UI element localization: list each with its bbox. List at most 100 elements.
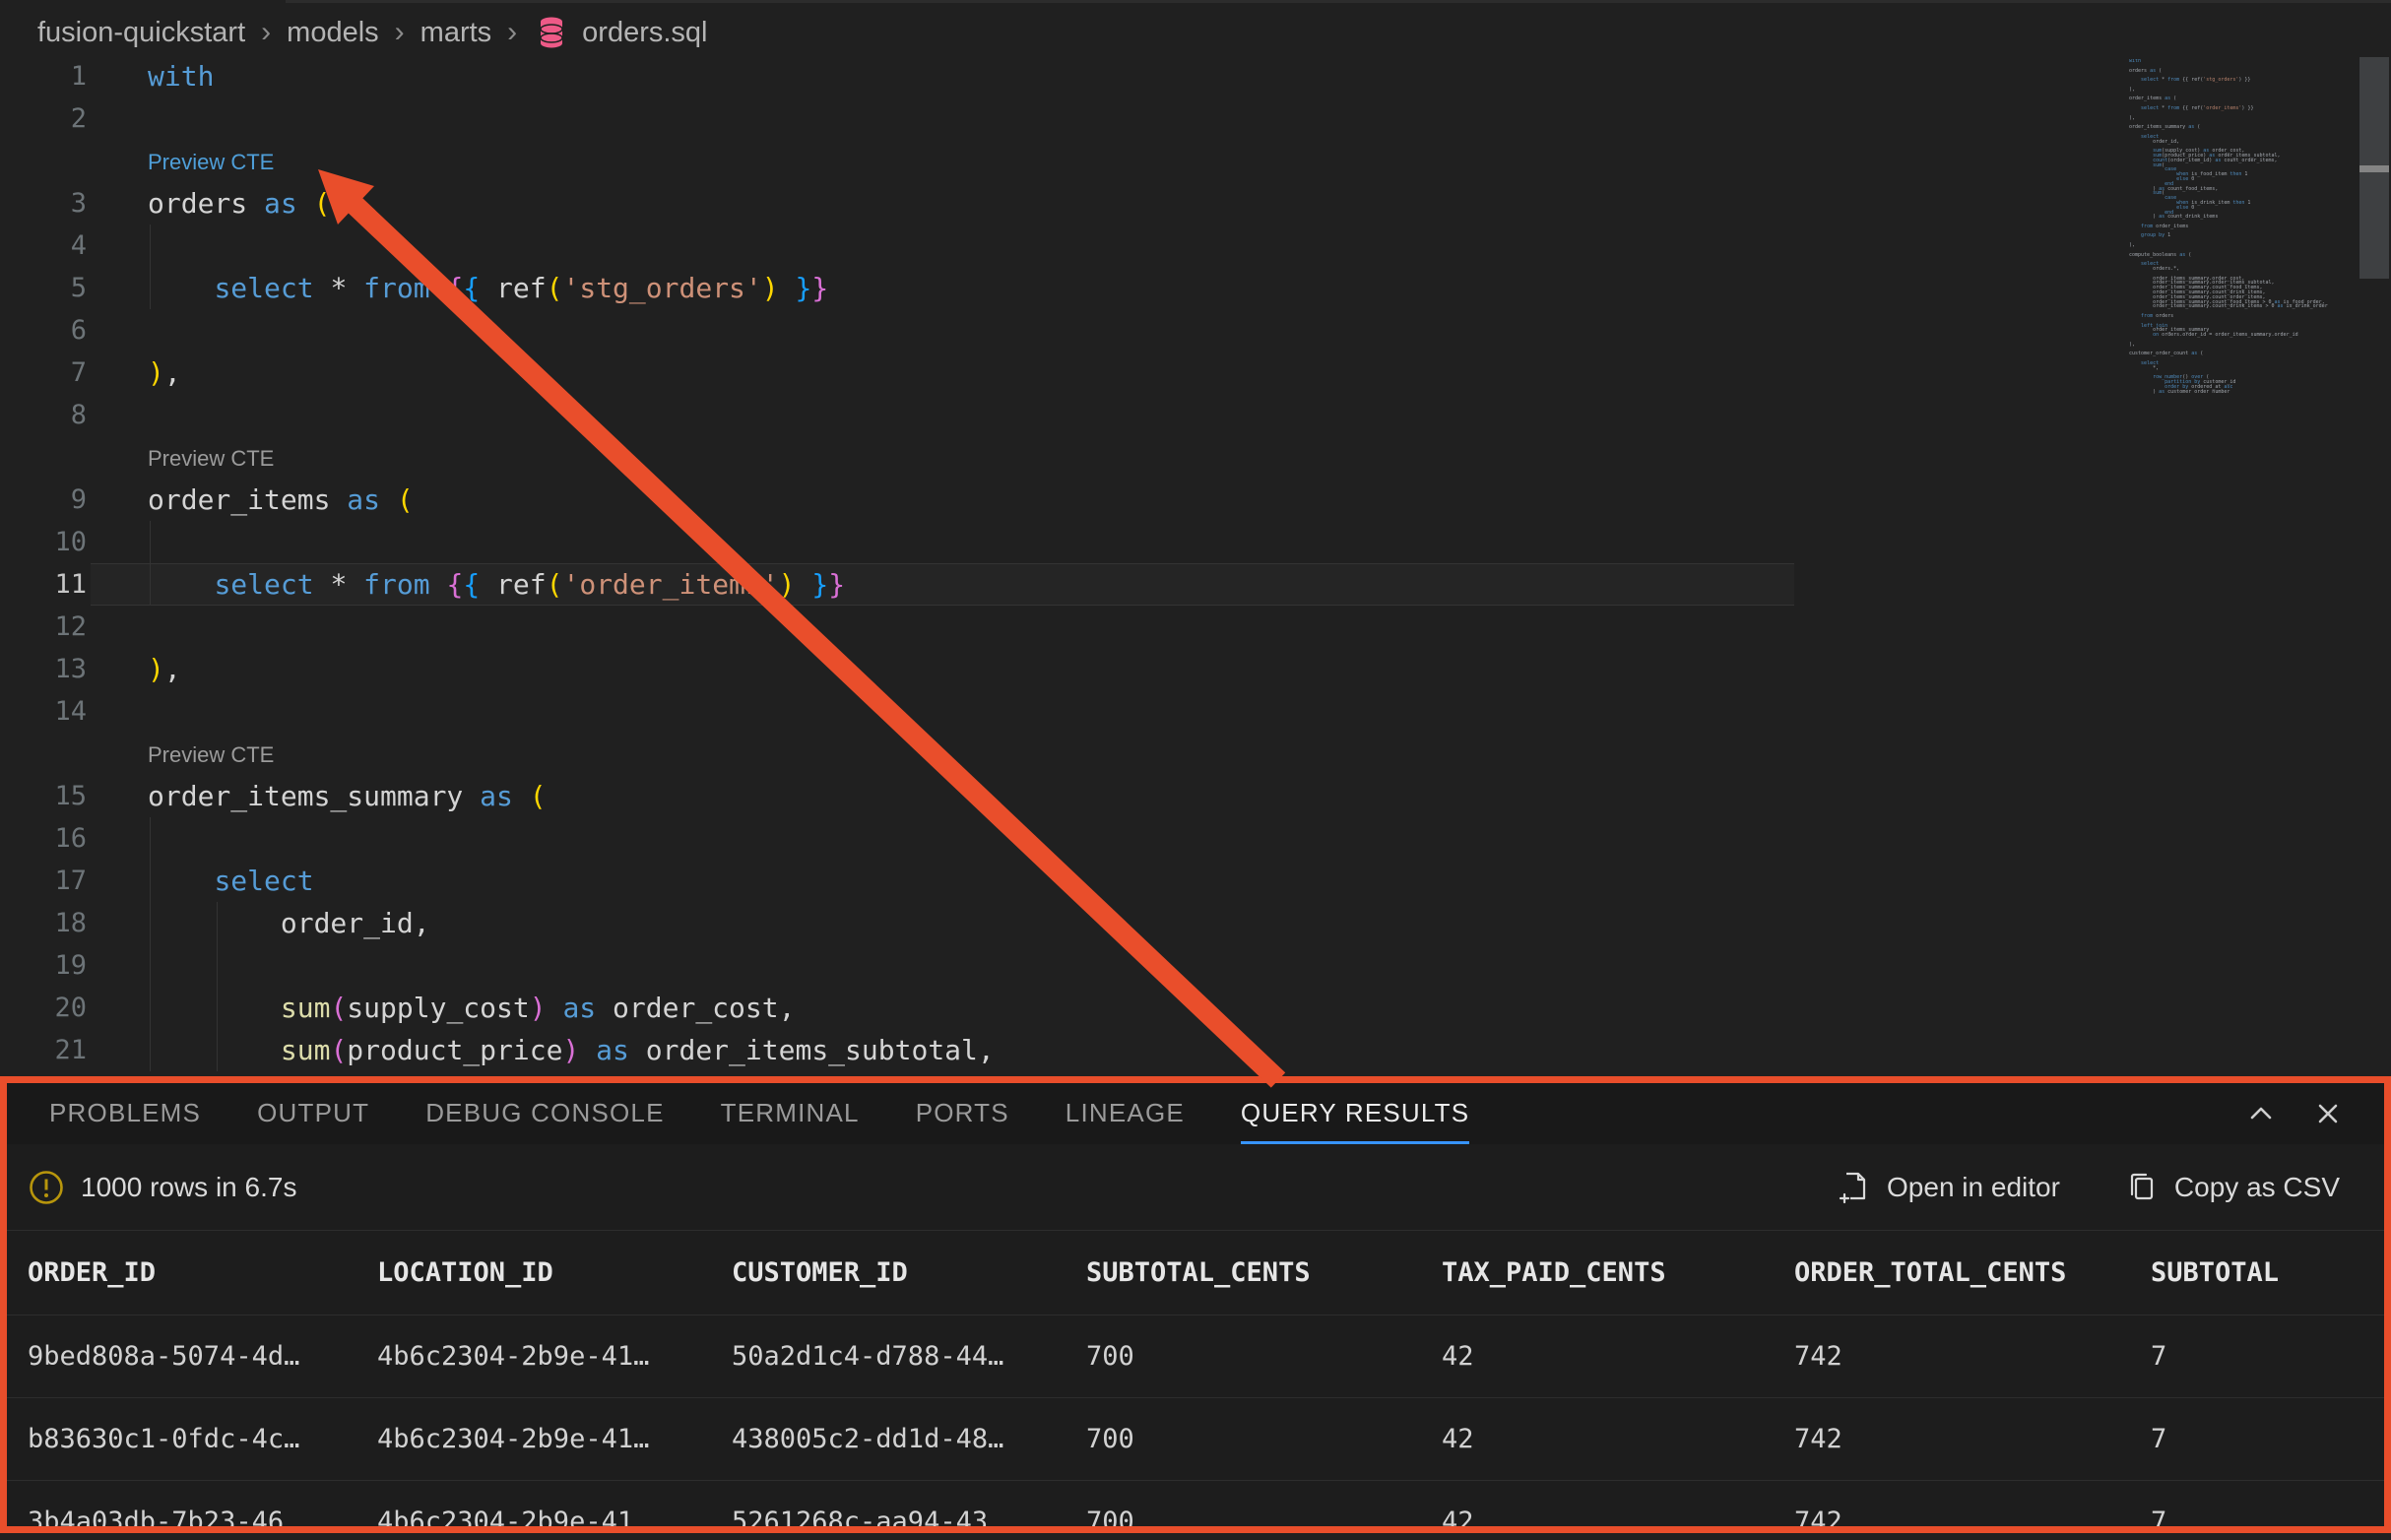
- line-number: 16: [0, 817, 87, 860]
- breadcrumb-separator: ›: [505, 16, 519, 49]
- table-cell: 742: [1794, 1424, 2151, 1454]
- query-results-table: ORDER_IDLOCATION_IDCUSTOMER_IDSUBTOTAL_C…: [7, 1231, 2384, 1526]
- panel-tab-lineage[interactable]: LINEAGE: [1066, 1083, 1185, 1144]
- line-number: 7: [0, 352, 87, 394]
- table-cell: b83630c1-0fdc-4c…: [28, 1424, 377, 1454]
- code-line-3[interactable]: 3orders as (: [0, 182, 2391, 225]
- code-line-8[interactable]: 8: [0, 394, 2391, 436]
- line-number: 2: [0, 97, 87, 140]
- breadcrumb-segment[interactable]: fusion-quickstart: [37, 17, 245, 49]
- minimap[interactable]: with orders as ( select * from {{ ref('s…: [2129, 59, 2356, 394]
- code-editor[interactable]: 1with2Preview CTE3orders as (45 select *…: [0, 55, 2391, 1076]
- code-line-13[interactable]: 13),: [0, 648, 2391, 690]
- panel-tab-debug-console[interactable]: DEBUG CONSOLE: [425, 1083, 664, 1144]
- open-in-editor-button[interactable]: Open in editor: [1838, 1171, 2060, 1204]
- code-line-2[interactable]: 2: [0, 97, 2391, 140]
- code-line-14[interactable]: 14: [0, 690, 2391, 733]
- table-cell: 42: [1442, 1424, 1794, 1454]
- panel-tab-problems[interactable]: PROBLEMS: [49, 1083, 201, 1144]
- panel-tab-output[interactable]: OUTPUT: [257, 1083, 369, 1144]
- code-text: order_items_summary as (: [148, 775, 547, 817]
- table-row[interactable]: 3b4a03db-7b23-464b6c2304-2b9e-415261268c…: [7, 1481, 2384, 1526]
- code-line-11[interactable]: 11 select * from {{ ref('order_items') }…: [0, 563, 2391, 606]
- indent-guide: [150, 817, 151, 860]
- column-header[interactable]: LOCATION_ID: [377, 1257, 732, 1288]
- code-line-7[interactable]: 7),: [0, 352, 2391, 394]
- code-line-16[interactable]: 16: [0, 817, 2391, 860]
- table-cell: 742: [1794, 1341, 2151, 1372]
- chevron-up-icon[interactable]: [2246, 1099, 2276, 1128]
- breadcrumb-segment[interactable]: marts: [420, 17, 492, 49]
- code-line-18[interactable]: 18 order_id,: [0, 902, 2391, 944]
- column-header[interactable]: CUSTOMER_ID: [732, 1257, 1086, 1288]
- code-line-5[interactable]: 5 select * from {{ ref('stg_orders') }}: [0, 267, 2391, 309]
- line-number: 19: [0, 944, 87, 987]
- scrollbar-cursor-marker: [2359, 165, 2389, 172]
- close-icon[interactable]: [2313, 1099, 2343, 1128]
- table-cell: 700: [1086, 1341, 1442, 1372]
- table-cell: 7: [2151, 1507, 2384, 1526]
- code-line-6[interactable]: 6: [0, 309, 2391, 352]
- line-number: 21: [0, 1029, 87, 1071]
- code-line-21[interactable]: 21 sum(product_price) as order_items_sub…: [0, 1029, 2391, 1071]
- line-number: 5: [0, 267, 87, 309]
- panel-tab-terminal[interactable]: TERMINAL: [721, 1083, 860, 1144]
- breadcrumb-separator: ›: [259, 16, 273, 49]
- line-number: 20: [0, 987, 87, 1029]
- copy-as-csv-button[interactable]: Copy as CSV: [2125, 1171, 2340, 1204]
- code-text: ),: [148, 352, 181, 394]
- table-cell: 3b4a03db-7b23-46: [28, 1507, 377, 1526]
- code-line-10[interactable]: 10: [0, 521, 2391, 563]
- preview-cte-codelens[interactable]: Preview CTE: [148, 140, 274, 182]
- code-line-17[interactable]: 17 select: [0, 860, 2391, 902]
- code-line-15[interactable]: 15order_items_summary as (: [0, 775, 2391, 817]
- indent-guide: [150, 521, 151, 563]
- table-cell: 4b6c2304-2b9e-41…: [377, 1341, 732, 1372]
- code-text: order_id,: [148, 902, 430, 944]
- copy-icon: [2125, 1171, 2159, 1204]
- preview-cte-codelens[interactable]: Preview CTE: [148, 733, 274, 775]
- code-line-12[interactable]: 12: [0, 606, 2391, 648]
- code-line-20[interactable]: 20 sum(supply_cost) as order_cost,: [0, 987, 2391, 1029]
- line-number: 13: [0, 648, 87, 690]
- table-cell: 50a2d1c4-d788-44…: [732, 1341, 1086, 1372]
- editor-scrollbar[interactable]: [2358, 0, 2391, 1076]
- line-number: 9: [0, 479, 87, 521]
- code-text: orders as (: [148, 182, 330, 225]
- table-row[interactable]: 9bed808a-5074-4d…4b6c2304-2b9e-41…50a2d1…: [7, 1315, 2384, 1398]
- line-number: 14: [0, 690, 87, 733]
- breadcrumb-file[interactable]: orders.sql: [582, 17, 707, 49]
- table-row[interactable]: b83630c1-0fdc-4c…4b6c2304-2b9e-41…438005…: [7, 1398, 2384, 1481]
- breadcrumb[interactable]: fusion-quickstart›models›marts›orders.sq…: [37, 10, 707, 55]
- column-header[interactable]: ORDER_TOTAL_CENTS: [1794, 1257, 2151, 1288]
- line-number: 1: [0, 55, 87, 97]
- line-number: 4: [0, 225, 87, 267]
- codelens-row: Preview CTE: [0, 140, 2391, 182]
- preview-cte-codelens[interactable]: Preview CTE: [148, 436, 274, 479]
- code-text: ),: [148, 648, 181, 690]
- row-count-status: 1000 rows in 6.7s: [81, 1172, 296, 1203]
- column-header[interactable]: ORDER_ID: [28, 1257, 377, 1288]
- code-line-4[interactable]: 4: [0, 225, 2391, 267]
- codelens-row: Preview CTE: [0, 436, 2391, 479]
- code-text: order_items as (: [148, 479, 414, 521]
- panel-tab-ports[interactable]: PORTS: [916, 1083, 1009, 1144]
- table-cell: 4b6c2304-2b9e-41: [377, 1507, 732, 1526]
- breadcrumb-segment[interactable]: models: [287, 17, 379, 49]
- line-number: 12: [0, 606, 87, 648]
- column-header[interactable]: SUBTOTAL: [2151, 1257, 2384, 1288]
- panel-tab-query-results[interactable]: QUERY RESULTS: [1241, 1083, 1469, 1144]
- indent-guide: [150, 944, 151, 987]
- table-cell: 42: [1442, 1341, 1794, 1372]
- column-header[interactable]: SUBTOTAL_CENTS: [1086, 1257, 1442, 1288]
- results-info-bar: 1000 rows in 6.7s Open in editor: [7, 1144, 2384, 1231]
- code-line-19[interactable]: 19: [0, 944, 2391, 987]
- table-cell: 742: [1794, 1507, 2151, 1526]
- code-line-9[interactable]: 9 order_items as (: [0, 479, 2391, 521]
- panel-tab-bar: PROBLEMS OUTPUT DEBUG CONSOLE TERMINAL PORTS…: [7, 1083, 2384, 1144]
- copy-as-csv-label: Copy as CSV: [2174, 1172, 2340, 1203]
- warning-icon: [28, 1169, 65, 1206]
- code-line-1[interactable]: 1with: [0, 55, 2391, 97]
- line-number: 10: [0, 521, 87, 563]
- column-header[interactable]: TAX_PAID_CENTS: [1442, 1257, 1794, 1288]
